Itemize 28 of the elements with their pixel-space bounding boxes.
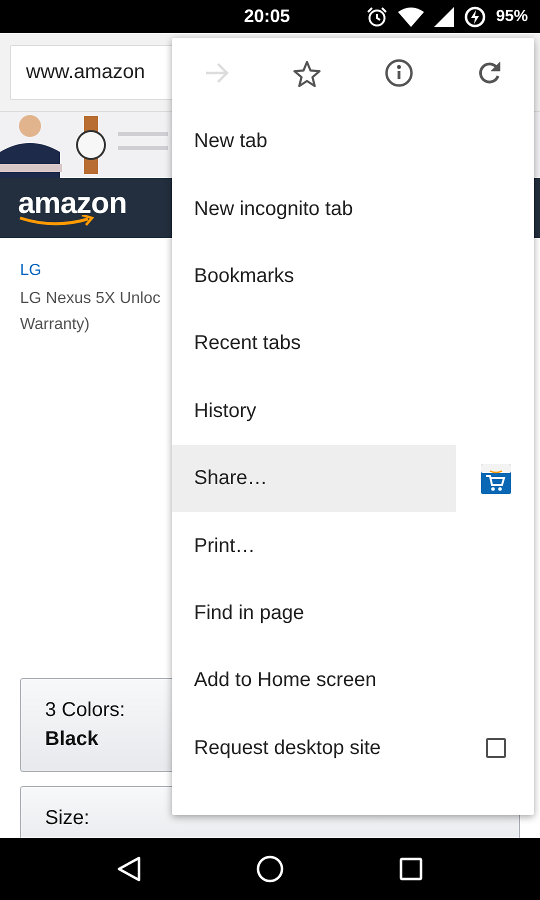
shopping-cart-app-icon[interactable] — [481, 464, 511, 494]
brand-link[interactable]: LG — [20, 262, 42, 280]
home-icon[interactable] — [256, 855, 284, 883]
menu-item[interactable]: Recent tabs — [172, 310, 456, 378]
menu-item[interactable]: Add to Home screen — [172, 647, 456, 715]
back-icon[interactable] — [117, 856, 142, 882]
recents-icon[interactable] — [398, 857, 423, 881]
product-title: LG Nexus 5X Unloc — [20, 289, 161, 309]
checkbox[interactable] — [486, 738, 506, 758]
battery-charging-icon — [464, 6, 486, 28]
clock-time: 20:05 — [244, 6, 290, 27]
info-icon[interactable] — [384, 59, 413, 87]
star-icon[interactable] — [293, 60, 322, 86]
menu-item[interactable]: Request desktop site — [172, 714, 456, 782]
product-title: Warranty) — [20, 315, 90, 335]
menu-item[interactable]: History — [172, 378, 456, 445]
signal-icon — [434, 6, 454, 26]
alarm-clock-icon — [366, 6, 388, 28]
smile-arrow-icon — [18, 215, 94, 227]
menu-item[interactable]: New tab — [172, 108, 456, 176]
amazon-logo[interactable]: amazon — [18, 189, 127, 219]
menu-item[interactable]: Find in page — [172, 580, 456, 648]
menu-item[interactable]: Share… — [172, 444, 456, 512]
menu-item[interactable]: Print… — [172, 512, 456, 580]
wifi-icon — [398, 6, 424, 26]
menu-item[interactable]: Bookmarks — [172, 242, 456, 310]
menu-item[interactable]: New incognito tab — [172, 175, 456, 243]
battery-percent: 95% — [496, 8, 528, 26]
